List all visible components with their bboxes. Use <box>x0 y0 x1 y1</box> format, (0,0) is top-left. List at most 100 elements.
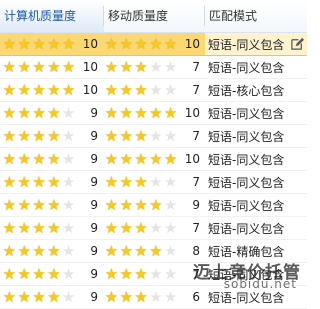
star-rating: ★ ★ ★ ★ ★ <box>2 172 76 191</box>
star-rating: ★ ★ ★ ★ ★ <box>2 218 76 237</box>
star-rating: ★ ★ ★ ★ ★ <box>2 103 76 122</box>
table-row[interactable]: ★ ★ ★ ★ ★ 9 ★ ★ ★ ★ ★ 10 短语-同义包含 <box>0 102 307 125</box>
mobile-quality-cell: ★ ★ ★ ★ ★ 6 <box>104 286 205 308</box>
column-header-pc-quality[interactable]: 计算机质量度 <box>0 0 104 32</box>
star-filled-icon: ★ <box>47 264 61 283</box>
star-filled-icon: ★ <box>119 80 133 99</box>
table-row[interactable]: ★ ★ ★ ★ ★ 9 ★ ★ ★ ★ ★ 8 短语-精确包含 <box>0 240 307 263</box>
keyword-quality-table: 计算机质量度 移动质量度 匹配模式 ★ ★ ★ ★ ★ 10 ★ ★ ★ ★ ★ 10 短语-同义包含 ★… <box>0 0 307 309</box>
star-filled-icon: ★ <box>32 103 46 122</box>
table-row[interactable]: ★ ★ ★ ★ ★ 9 ★ ★ ★ ★ ★ 7 短语-同义包含 <box>0 217 307 240</box>
star-rating: ★ ★ ★ ★ ★ <box>104 80 178 99</box>
star-rating: ★ ★ ★ ★ ★ <box>2 241 76 260</box>
star-filled-icon: ★ <box>149 241 163 260</box>
star-empty-icon: ★ <box>61 218 76 237</box>
mobile-quality-cell: ★ ★ ★ ★ ★ 10 <box>104 102 205 124</box>
mobile-quality-cell: ★ ★ ★ ★ ★ 7 <box>104 263 205 285</box>
star-filled-icon: ★ <box>149 195 163 214</box>
match-mode-cell: 短语-同义包含 <box>205 286 307 308</box>
star-filled-icon: ★ <box>104 264 119 283</box>
star-filled-icon: ★ <box>17 149 31 168</box>
star-rating: ★ ★ ★ ★ ★ <box>2 149 76 168</box>
match-mode-cell: 短语-同义包含 <box>205 125 307 147</box>
match-mode-cell: 短语-同义包含 <box>205 217 307 239</box>
star-empty-icon: ★ <box>61 103 76 122</box>
mobile-quality-score: 7 <box>192 267 200 281</box>
star-filled-icon: ★ <box>32 195 46 214</box>
star-empty-icon: ★ <box>163 241 178 260</box>
star-empty-icon: ★ <box>149 126 163 145</box>
table-row[interactable]: ★ ★ ★ ★ ★ 9 ★ ★ ★ ★ ★ 7 短语-同义包含 <box>0 171 307 194</box>
star-filled-icon: ★ <box>2 218 17 237</box>
star-filled-icon: ★ <box>2 287 17 306</box>
star-filled-icon: ★ <box>17 34 31 53</box>
star-filled-icon: ★ <box>134 172 148 191</box>
table-row[interactable]: ★ ★ ★ ★ ★ 9 ★ ★ ★ ★ ★ 10 短语-同义包含 <box>0 148 307 171</box>
star-filled-icon: ★ <box>134 57 148 76</box>
star-filled-icon: ★ <box>47 287 61 306</box>
table-row[interactable]: ★ ★ ★ ★ ★ 10 ★ ★ ★ ★ ★ 10 短语-同义包含 <box>0 33 307 56</box>
match-mode-text: 短语-同义包含 <box>208 290 285 305</box>
star-filled-icon: ★ <box>134 195 148 214</box>
pc-quality-cell: ★ ★ ★ ★ ★ 9 <box>0 125 104 147</box>
match-mode-text: 短语-同义包含 <box>208 175 285 190</box>
pc-quality-score: 9 <box>90 221 98 235</box>
star-empty-icon: ★ <box>163 287 178 306</box>
star-filled-icon: ★ <box>47 195 61 214</box>
match-mode-cell: 短语-同义包含 <box>205 56 307 78</box>
mobile-quality-cell: ★ ★ ★ ★ ★ 7 <box>104 217 205 239</box>
star-empty-icon: ★ <box>61 264 76 283</box>
pc-quality-cell: ★ ★ ★ ★ ★ 9 <box>0 240 104 262</box>
star-filled-icon: ★ <box>119 195 133 214</box>
pc-quality-cell: ★ ★ ★ ★ ★ 9 <box>0 171 104 193</box>
star-filled-icon: ★ <box>17 103 31 122</box>
star-filled-icon: ★ <box>17 80 31 99</box>
column-header-match-mode[interactable]: 匹配模式 <box>205 0 307 32</box>
column-header-mobile-quality[interactable]: 移动质量度 <box>104 0 205 32</box>
star-empty-icon: ★ <box>163 57 178 76</box>
match-mode-text: 短语-同义包含 <box>208 60 285 75</box>
star-filled-icon: ★ <box>104 126 119 145</box>
star-filled-icon: ★ <box>134 103 148 122</box>
star-rating: ★ ★ ★ ★ ★ <box>104 264 178 283</box>
mobile-quality-score: 7 <box>192 221 200 235</box>
table-row[interactable]: ★ ★ ★ ★ ★ 9 ★ ★ ★ ★ ★ 7 短语-同义包含 <box>0 125 307 148</box>
match-mode-cell: 短语-同义包含 <box>205 148 307 170</box>
pc-quality-cell: ★ ★ ★ ★ ★ 10 <box>0 56 104 78</box>
star-filled-icon: ★ <box>2 149 17 168</box>
mobile-quality-score: 7 <box>192 129 200 143</box>
pc-quality-cell: ★ ★ ★ ★ ★ 9 <box>0 286 104 308</box>
star-empty-icon: ★ <box>163 80 178 99</box>
match-mode-text: 短语-同义包含 <box>208 152 285 167</box>
star-filled-icon: ★ <box>119 103 133 122</box>
star-rating: ★ ★ ★ ★ ★ <box>2 126 76 145</box>
star-filled-icon: ★ <box>2 172 17 191</box>
star-filled-icon: ★ <box>32 218 46 237</box>
star-filled-icon: ★ <box>47 80 61 99</box>
column-header-mobile-quality-label: 移动质量度 <box>108 9 169 23</box>
star-filled-icon: ★ <box>17 287 31 306</box>
star-filled-icon: ★ <box>119 34 133 53</box>
mobile-quality-score: 7 <box>192 175 200 189</box>
star-rating: ★ ★ ★ ★ ★ <box>104 57 178 76</box>
mobile-quality-score: 6 <box>192 290 200 304</box>
star-filled-icon: ★ <box>32 34 46 53</box>
star-rating: ★ ★ ★ ★ ★ <box>2 80 76 99</box>
star-filled-icon: ★ <box>47 126 61 145</box>
star-empty-icon: ★ <box>61 287 76 306</box>
star-rating: ★ ★ ★ ★ ★ <box>104 220 178 236</box>
table-row[interactable]: ★ ★ ★ ★ ★ 10 ★ ★ ★ ★ ★ 7 短语-核心包含 <box>0 79 307 102</box>
table-row[interactable]: ★ ★ ★ ★ ★ 9 ★ ★ ★ ★ ★ 7 短语-同义包含 <box>0 263 307 286</box>
mobile-quality-cell: ★ ★ ★ ★ ★ 7 <box>104 79 205 101</box>
table-row[interactable]: ★ ★ ★ ★ ★ 10 ★ ★ ★ ★ ★ 7 短语-同义包含 <box>0 56 307 79</box>
pc-quality-cell: ★ ★ ★ ★ ★ 9 <box>0 217 104 239</box>
match-mode-cell: 短语-核心包含 <box>205 79 307 101</box>
edit-pencil-icon[interactable] <box>290 36 305 51</box>
star-filled-icon: ★ <box>104 57 119 76</box>
star-filled-icon: ★ <box>17 195 31 214</box>
star-filled-icon: ★ <box>32 241 46 260</box>
mobile-quality-score: 9 <box>192 198 200 212</box>
star-filled-icon: ★ <box>119 264 133 283</box>
table-row[interactable]: ★ ★ ★ ★ ★ 9 ★ ★ ★ ★ ★ 9 短语-同义包含 <box>0 194 307 217</box>
star-empty-icon: ★ <box>61 149 76 168</box>
